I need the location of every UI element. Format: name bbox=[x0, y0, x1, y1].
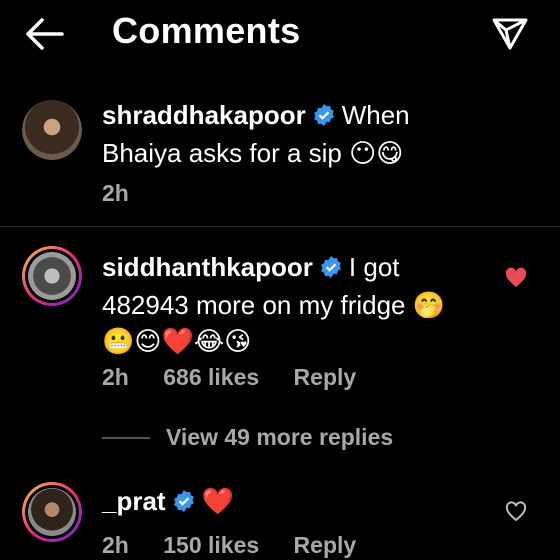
comment-text: Bhaiya asks for a sip bbox=[102, 138, 342, 168]
header: Comments bbox=[0, 0, 560, 70]
divider bbox=[0, 226, 560, 227]
verified-badge-icon bbox=[319, 253, 343, 288]
arrow-left-icon[interactable] bbox=[22, 14, 66, 54]
emoji: 🤭 bbox=[412, 291, 446, 321]
page-title: Comments bbox=[112, 10, 301, 51]
comment-username[interactable]: shraddhakapoor bbox=[102, 100, 306, 130]
emoji: 😶😋 bbox=[349, 139, 404, 169]
view-more-label: View 49 more replies bbox=[166, 424, 394, 450]
avatar[interactable] bbox=[22, 246, 82, 306]
verified-badge-icon bbox=[172, 487, 196, 522]
emoji-row: 😬😊❤️😂😘 bbox=[102, 327, 252, 357]
like-count[interactable]: 686 likes bbox=[163, 364, 259, 391]
timestamp: 2h bbox=[102, 364, 129, 390]
heart-filled-icon[interactable] bbox=[504, 266, 528, 290]
verified-badge-icon bbox=[312, 101, 336, 136]
divider bbox=[102, 437, 150, 439]
timestamp: 2h bbox=[102, 180, 129, 206]
comment-text: I got bbox=[348, 252, 400, 282]
emoji: ❤️ bbox=[201, 487, 234, 517]
reply-button[interactable]: Reply bbox=[294, 364, 357, 391]
comment-text: When bbox=[341, 100, 410, 130]
like-count[interactable]: 150 likes bbox=[163, 532, 259, 559]
comment-username[interactable]: siddhanthkapoor bbox=[102, 252, 313, 282]
paper-plane-icon[interactable] bbox=[490, 14, 530, 54]
reply-button[interactable]: Reply bbox=[294, 532, 357, 559]
comment-username[interactable]: _prat bbox=[102, 486, 166, 516]
comment-text: 482943 more on my fridge bbox=[102, 290, 406, 320]
avatar[interactable] bbox=[22, 482, 82, 542]
timestamp: 2h bbox=[102, 532, 129, 558]
heart-outline-icon[interactable] bbox=[504, 500, 528, 524]
avatar[interactable] bbox=[22, 100, 82, 160]
